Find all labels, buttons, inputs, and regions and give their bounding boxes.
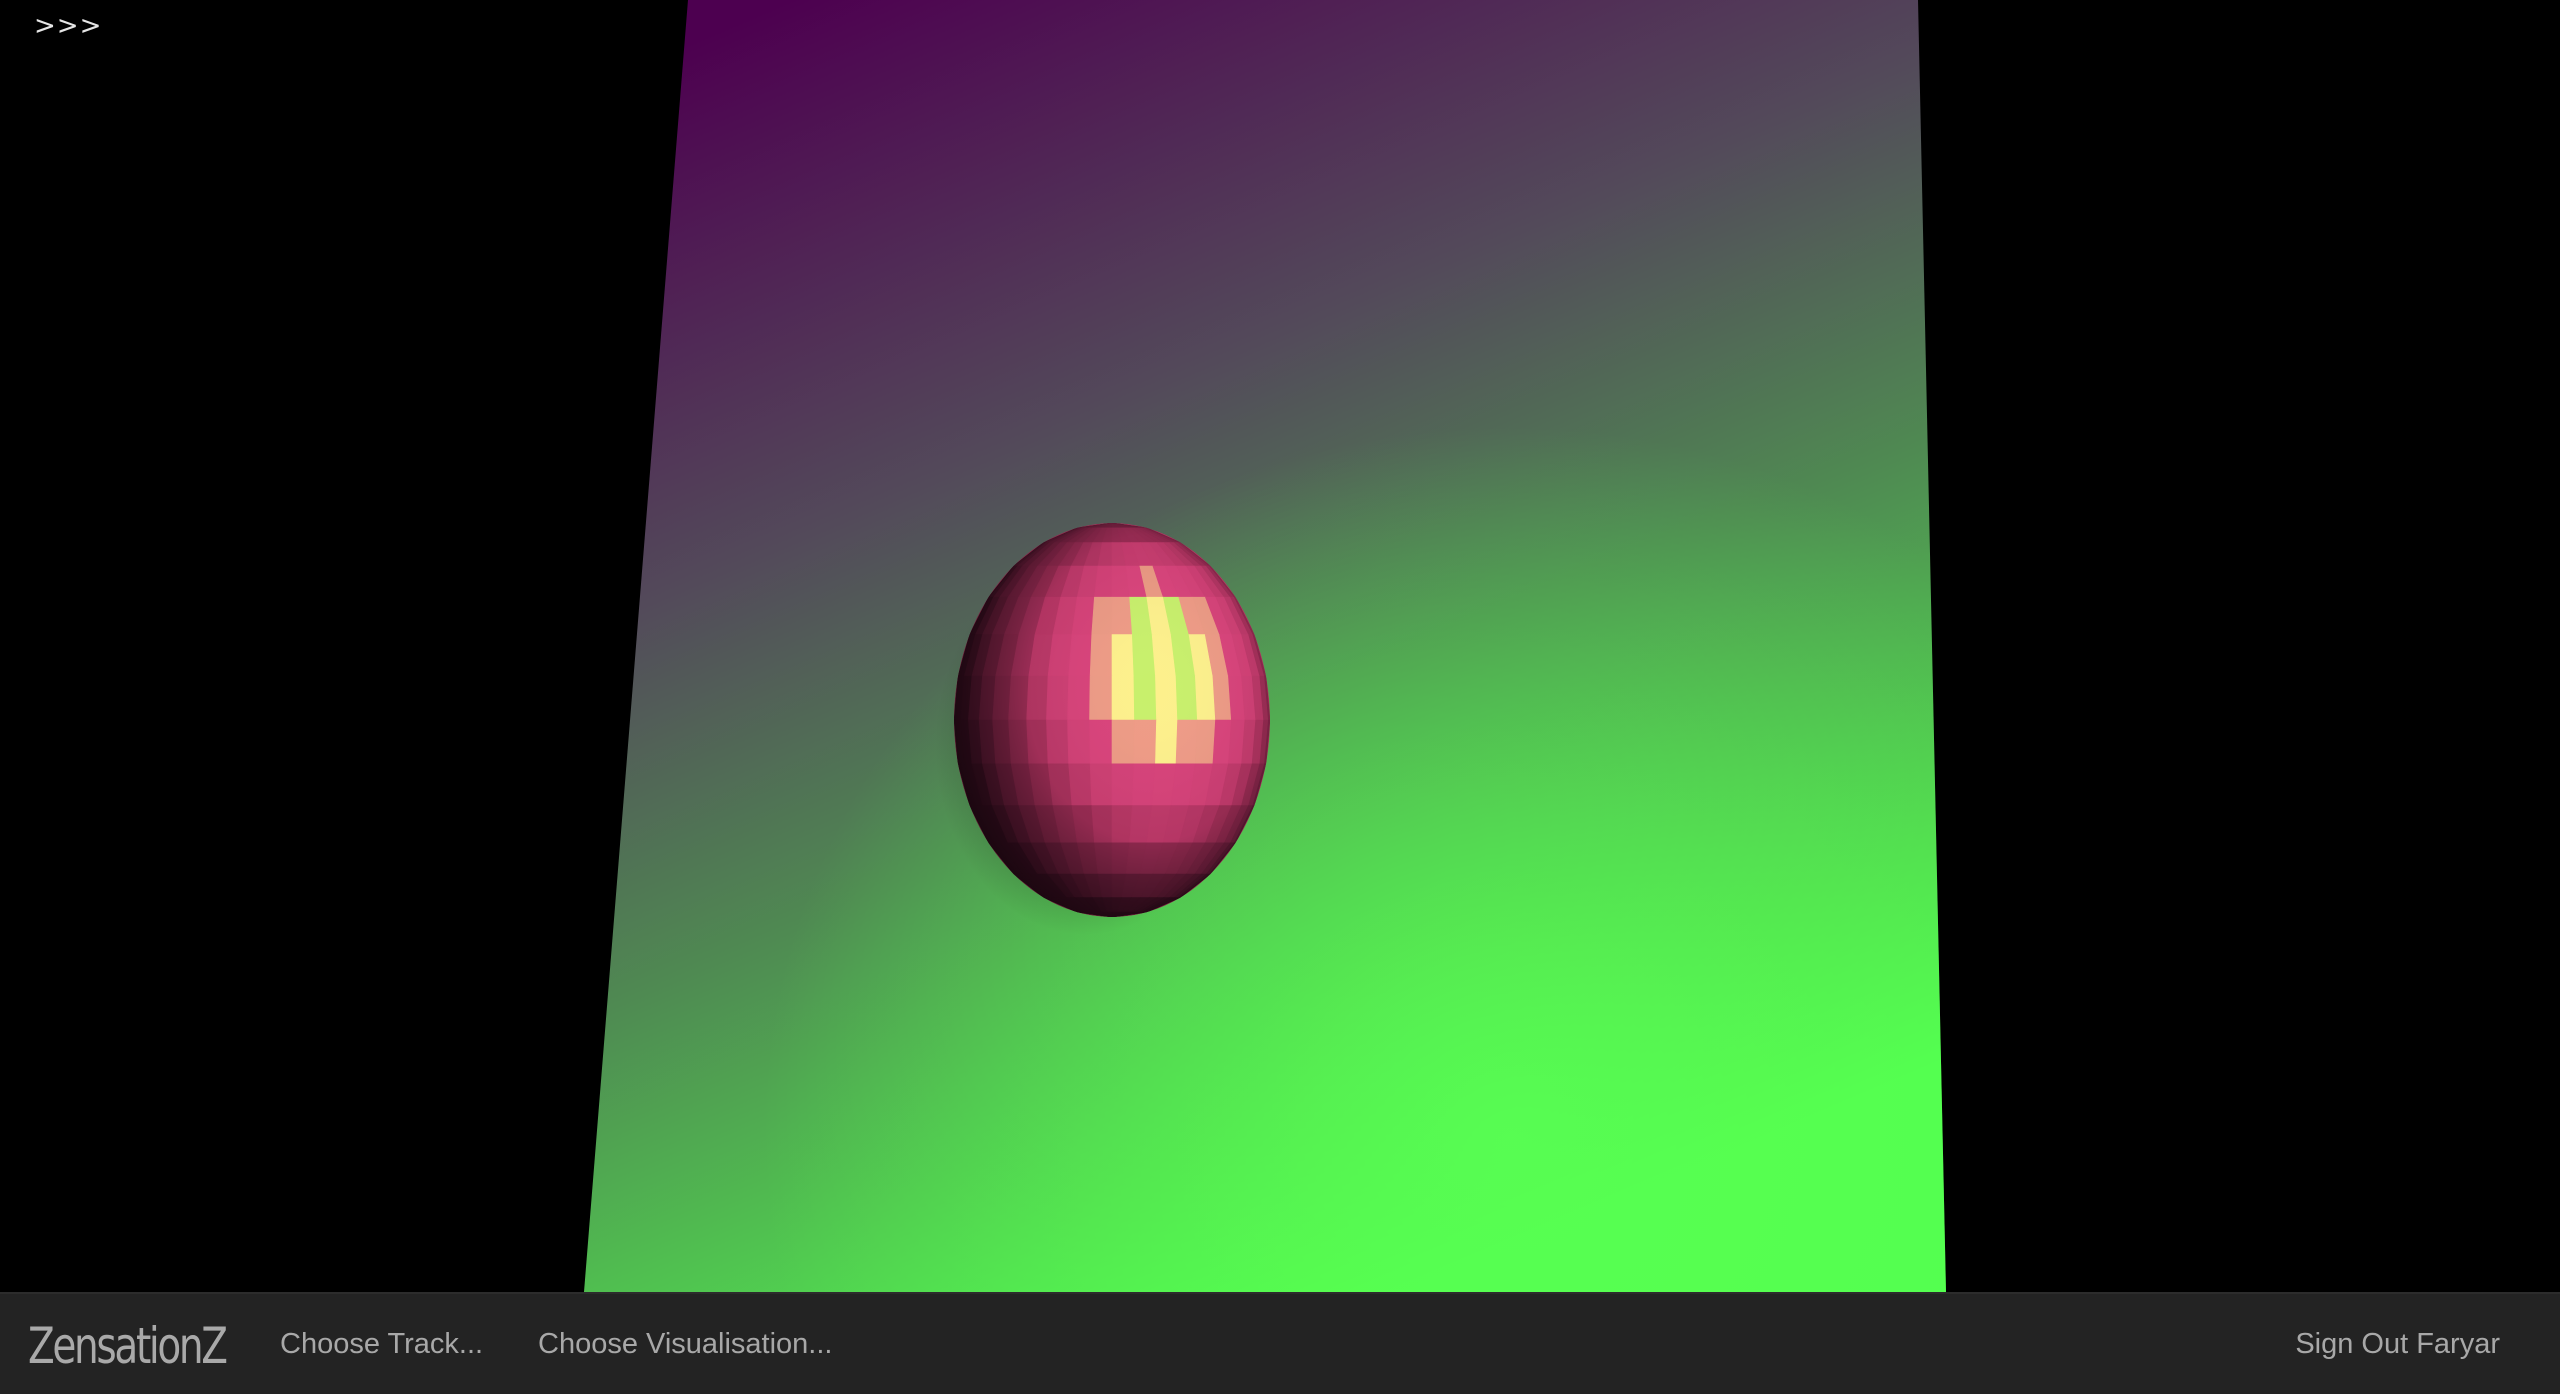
brand-logo[interactable]: ZensationZ — [28, 1316, 228, 1376]
choose-visualisation-link[interactable]: Choose Visualisation... — [538, 1324, 832, 1364]
sphere — [954, 523, 1270, 917]
sign-out-link[interactable]: Sign Out Faryar — [2295, 1324, 2500, 1364]
panel-toggle-button[interactable]: >>> — [34, 10, 102, 42]
ground-plane-glow — [584, 0, 1946, 1292]
choose-track-link[interactable]: Choose Track... — [280, 1324, 483, 1364]
visualisation-scene — [584, 0, 1946, 1292]
visualisation-canvas[interactable]: >>> — [0, 0, 2560, 1292]
bottom-navbar: ZensationZ Choose Track... Choose Visual… — [0, 1292, 2560, 1394]
